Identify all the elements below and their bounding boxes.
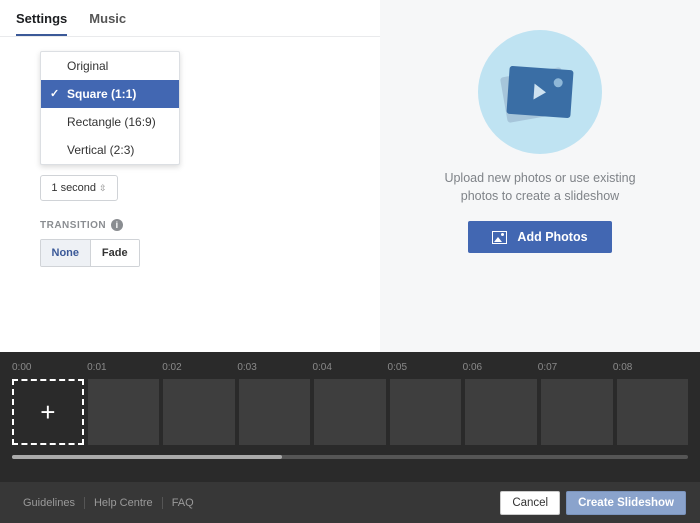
info-icon[interactable]: i <box>111 219 123 231</box>
aspect-option-original[interactable]: Original <box>41 52 179 80</box>
upload-hint-text: Upload new photos or use existing photos… <box>430 170 650 205</box>
add-photos-label: Add Photos <box>517 230 587 244</box>
timeline-frame[interactable] <box>541 379 613 445</box>
tick: 0:05 <box>388 362 463 373</box>
tab-settings[interactable]: Settings <box>16 11 67 36</box>
timeline-ruler: 0:00 0:01 0:02 0:03 0:04 0:05 0:06 0:07 … <box>12 362 688 373</box>
tick: 0:02 <box>162 362 237 373</box>
tick: 0:01 <box>87 362 162 373</box>
transition-fade-button[interactable]: Fade <box>90 240 140 266</box>
play-icon <box>533 84 546 101</box>
timeline: 0:00 0:01 0:02 0:03 0:04 0:05 0:06 0:07 … <box>0 352 700 482</box>
timeline-frame[interactable] <box>163 379 235 445</box>
settings-pane: Settings Music Original Square (1:1) Rec… <box>0 0 380 352</box>
add-frame-button[interactable]: + <box>12 379 84 445</box>
tick: 0:08 <box>613 362 688 373</box>
link-guidelines[interactable]: Guidelines <box>14 497 84 509</box>
transition-segmented: None Fade <box>40 239 140 267</box>
tab-music[interactable]: Music <box>89 11 126 36</box>
tab-bar: Settings Music <box>0 0 380 37</box>
transition-label: TRANSITION i <box>40 219 380 231</box>
footer-links: Guidelines Help Centre FAQ <box>14 497 203 509</box>
cancel-button[interactable]: Cancel <box>500 491 560 515</box>
timeline-frame[interactable] <box>390 379 462 445</box>
timeline-scrollbar[interactable] <box>12 455 688 459</box>
timeline-frame[interactable] <box>239 379 311 445</box>
footer: Guidelines Help Centre FAQ Cancel Create… <box>0 482 700 523</box>
timeline-frame[interactable] <box>88 379 160 445</box>
aspect-option-rectangle[interactable]: Rectangle (16:9) <box>41 108 179 136</box>
tick: 0:04 <box>312 362 387 373</box>
tick: 0:06 <box>463 362 538 373</box>
timeline-frame[interactable] <box>314 379 386 445</box>
link-faq[interactable]: FAQ <box>162 497 203 509</box>
image-icon <box>492 231 507 244</box>
slideshow-illustration <box>478 30 602 154</box>
timeline-frames: + <box>12 379 688 445</box>
aspect-ratio-dropdown[interactable]: Original Square (1:1) Rectangle (16:9) V… <box>40 51 180 165</box>
scrollbar-thumb[interactable] <box>12 455 282 459</box>
aspect-option-vertical[interactable]: Vertical (2:3) <box>41 136 179 164</box>
duration-select[interactable]: 1 second <box>40 175 118 201</box>
link-help-centre[interactable]: Help Centre <box>84 497 162 509</box>
footer-buttons: Cancel Create Slideshow <box>500 491 686 515</box>
timeline-frame[interactable] <box>465 379 537 445</box>
tick: 0:00 <box>12 362 87 373</box>
aspect-option-square[interactable]: Square (1:1) <box>41 80 179 108</box>
timeline-frame[interactable] <box>617 379 689 445</box>
add-photos-button[interactable]: Add Photos <box>468 221 611 253</box>
create-slideshow-button[interactable]: Create Slideshow <box>566 491 686 515</box>
upload-pane: Upload new photos or use existing photos… <box>380 0 700 352</box>
tick: 0:07 <box>538 362 613 373</box>
transition-none-button[interactable]: None <box>41 240 90 266</box>
tick: 0:03 <box>237 362 312 373</box>
transition-label-text: TRANSITION <box>40 220 106 231</box>
